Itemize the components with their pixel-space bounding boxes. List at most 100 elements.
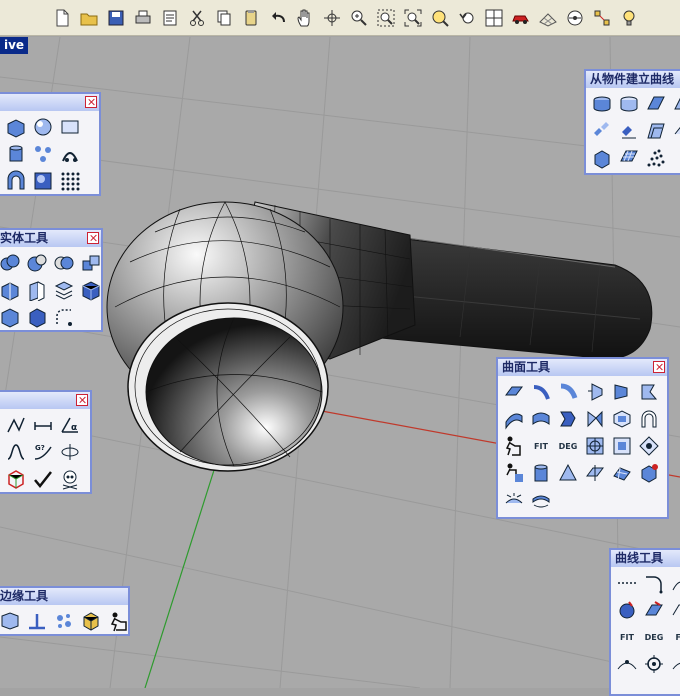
undo-view-icon[interactable] bbox=[455, 6, 479, 30]
zoom-in-icon[interactable] bbox=[347, 6, 371, 30]
drape-icon[interactable] bbox=[610, 461, 634, 485]
arch-surface-icon[interactable] bbox=[637, 407, 661, 431]
cylinder-surface-icon[interactable] bbox=[529, 461, 553, 485]
curve-on-surface-icon[interactable] bbox=[615, 598, 639, 622]
sink-surface-icon[interactable] bbox=[529, 488, 553, 512]
curve-points-icon[interactable] bbox=[615, 652, 639, 676]
variable-fillet-icon[interactable] bbox=[556, 380, 580, 404]
palette-title[interactable]: 从物件建立曲线 bbox=[586, 71, 680, 88]
arch-icon[interactable] bbox=[4, 169, 28, 193]
paste-icon[interactable] bbox=[239, 6, 263, 30]
untrim-icon[interactable] bbox=[583, 407, 607, 431]
rotate-view-icon[interactable] bbox=[320, 6, 344, 30]
boolean-difference-icon[interactable] bbox=[25, 251, 49, 275]
blend-curve-icon[interactable] bbox=[4, 440, 28, 464]
copy-icon[interactable] bbox=[212, 6, 236, 30]
palette-title[interactable]: 曲线工具 bbox=[611, 550, 680, 567]
print-icon[interactable] bbox=[131, 6, 155, 30]
fillet-surface-icon[interactable] bbox=[502, 380, 526, 404]
duplicate-border-icon[interactable] bbox=[671, 92, 680, 116]
continuity-g2-icon[interactable]: G? bbox=[31, 440, 55, 464]
extrude-face-icon[interactable] bbox=[0, 278, 22, 302]
record-history-icon[interactable] bbox=[563, 6, 587, 30]
blend-surface-icon[interactable] bbox=[610, 380, 634, 404]
properties-icon[interactable] bbox=[158, 6, 182, 30]
undo-icon[interactable] bbox=[266, 6, 290, 30]
silhouette-icon[interactable] bbox=[644, 119, 668, 143]
plane-icon[interactable] bbox=[58, 115, 82, 139]
fillet-edge-icon[interactable] bbox=[52, 305, 76, 329]
zoom-window-icon[interactable] bbox=[374, 6, 398, 30]
curve-tool-6-icon[interactable] bbox=[669, 652, 680, 676]
save-icon[interactable] bbox=[104, 6, 128, 30]
curve-blend-icon[interactable] bbox=[669, 571, 680, 595]
extract-isocurve-icon[interactable] bbox=[590, 146, 614, 170]
solid-box-icon[interactable] bbox=[79, 278, 103, 302]
check-object-icon[interactable] bbox=[4, 467, 28, 491]
viewport-label[interactable]: ive bbox=[0, 37, 29, 54]
points-grid-icon[interactable] bbox=[58, 169, 82, 193]
duplicate-edge-icon[interactable] bbox=[644, 92, 668, 116]
boolean-split-icon[interactable] bbox=[79, 251, 103, 275]
revolve-icon[interactable] bbox=[58, 142, 82, 166]
four-viewports-icon[interactable] bbox=[482, 6, 506, 30]
palette-title[interactable]: 曲面工具 bbox=[498, 359, 667, 376]
shell-icon[interactable] bbox=[25, 278, 49, 302]
connect-surface-icon[interactable] bbox=[637, 380, 661, 404]
cut-icon[interactable] bbox=[185, 6, 209, 30]
fit-curve-button[interactable]: FIT bbox=[615, 625, 639, 649]
zoom-selected-icon[interactable] bbox=[428, 6, 452, 30]
section-icon[interactable] bbox=[617, 119, 641, 143]
split-surface-icon[interactable] bbox=[583, 461, 607, 485]
boolean-union-icon[interactable] bbox=[0, 251, 22, 275]
close-icon[interactable] bbox=[653, 361, 665, 373]
new-file-icon[interactable] bbox=[50, 6, 74, 30]
close-icon[interactable] bbox=[76, 394, 88, 406]
rebuild-edge-icon[interactable] bbox=[79, 609, 103, 633]
degree-surface-button[interactable]: DEG bbox=[556, 434, 580, 458]
ff-curve-button[interactable]: FF bbox=[669, 625, 680, 649]
explode-icon[interactable] bbox=[31, 142, 55, 166]
palette-title[interactable]: 边缘工具 bbox=[0, 588, 128, 605]
split-edge-icon[interactable] bbox=[25, 609, 49, 633]
sphere-icon[interactable] bbox=[31, 115, 55, 139]
match-surface-icon[interactable] bbox=[556, 407, 580, 431]
merge-surface-icon[interactable] bbox=[529, 407, 553, 431]
fit-surface-button[interactable]: FIT bbox=[529, 434, 553, 458]
flow-surface-icon[interactable] bbox=[637, 461, 661, 485]
solid-cube-icon[interactable] bbox=[0, 305, 22, 329]
offset-surface-icon[interactable] bbox=[583, 380, 607, 404]
degree-curve-button[interactable]: DEG bbox=[642, 625, 666, 649]
pan-hand-icon[interactable] bbox=[293, 6, 317, 30]
skull-icon[interactable] bbox=[58, 467, 82, 491]
cylinder-icon[interactable] bbox=[4, 142, 28, 166]
zoom-extents-icon[interactable] bbox=[401, 6, 425, 30]
contour-icon[interactable] bbox=[590, 119, 614, 143]
extend-surface-icon[interactable] bbox=[502, 407, 526, 431]
open-folder-icon[interactable] bbox=[77, 6, 101, 30]
dimension-icon[interactable] bbox=[31, 413, 55, 437]
surface-info-icon[interactable] bbox=[502, 461, 526, 485]
angle-alpha-icon[interactable]: α bbox=[58, 413, 82, 437]
mirror-icon[interactable] bbox=[58, 440, 82, 464]
show-edges-icon[interactable] bbox=[106, 609, 130, 633]
curve-fillet-icon[interactable] bbox=[642, 571, 666, 595]
rebuild-surface-icon[interactable] bbox=[610, 434, 634, 458]
curve-tool-3-icon[interactable] bbox=[669, 598, 680, 622]
dashed-line-icon[interactable] bbox=[615, 571, 639, 595]
join-edge-icon[interactable] bbox=[52, 609, 76, 633]
project-curve-icon[interactable] bbox=[590, 92, 614, 116]
light-bulb-icon[interactable] bbox=[617, 6, 641, 30]
extract-wireframe-icon[interactable] bbox=[617, 146, 641, 170]
solid-block-icon[interactable] bbox=[25, 305, 49, 329]
palette-title[interactable]: 实体工具 bbox=[0, 230, 101, 247]
box-icon[interactable] bbox=[4, 115, 28, 139]
surface-target-icon[interactable] bbox=[583, 434, 607, 458]
show-edges-tool-icon[interactable] bbox=[502, 434, 526, 458]
check-mark-icon[interactable] bbox=[31, 467, 55, 491]
edge-tool-icon[interactable] bbox=[0, 609, 22, 633]
close-icon[interactable] bbox=[87, 232, 99, 244]
boolean-intersection-icon[interactable] bbox=[52, 251, 76, 275]
cap-planar-icon[interactable] bbox=[52, 278, 76, 302]
curve-project-icon[interactable] bbox=[642, 598, 666, 622]
